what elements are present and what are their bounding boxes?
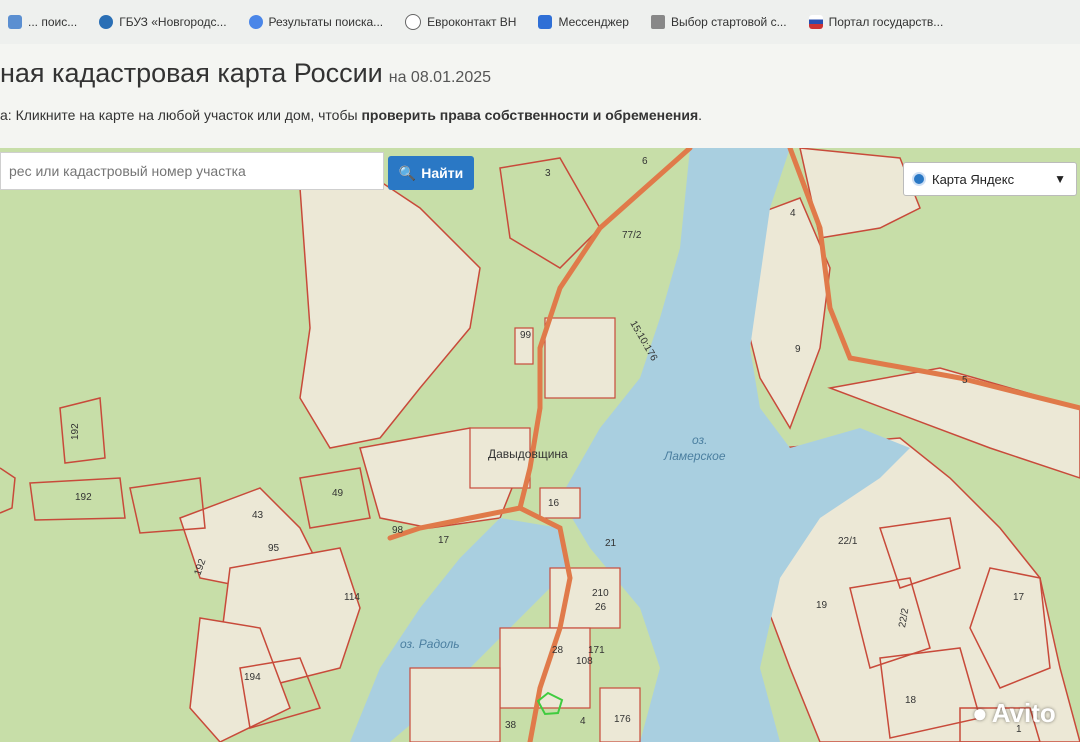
- lake-lamerskoe-label-1: оз.: [692, 433, 707, 447]
- hint-text: а: Кликните на карте на любой участок ил…: [0, 107, 703, 123]
- find-button[interactable]: 🔍 Найти: [388, 156, 474, 190]
- bookmark-6[interactable]: Выбор стартовой с...: [650, 15, 787, 29]
- hint-bold: проверить права собственности и обремене…: [361, 107, 699, 123]
- search-input-box[interactable]: [0, 152, 384, 190]
- cadastral-map[interactable]: 3 6 77/2 99 15:10:176 4 9 5 192 192 192 …: [0, 148, 1080, 742]
- bookmark-3[interactable]: Результаты поиска...: [248, 15, 383, 29]
- parcel-28: 28: [552, 645, 564, 656]
- bookmark-4[interactable]: Евроконтакт ВН: [405, 14, 516, 30]
- parcel-99: 99: [520, 330, 532, 341]
- globe-icon: [405, 14, 422, 30]
- parcel-21: 21: [605, 538, 617, 549]
- village-label: Давыдовщина: [488, 447, 568, 461]
- parcel-192-a: 192: [70, 423, 81, 440]
- screen: ... поис... ГБУЗ «Новгородс... Результат…: [0, 0, 1080, 742]
- radio-icon: [912, 172, 926, 186]
- page-icon: [8, 15, 22, 29]
- parcel-210: 210: [592, 588, 609, 599]
- parcel-194: 194: [244, 672, 261, 683]
- avito-logo-icon: ●: [972, 698, 988, 728]
- parcel-114: 114: [344, 592, 360, 603]
- parcel-43: 43: [252, 510, 264, 521]
- parcel-18: 18: [905, 695, 917, 706]
- parcel-17-village: 17: [438, 535, 450, 546]
- parcel-5: 5: [962, 375, 968, 386]
- parcel-4-village: 4: [580, 716, 586, 727]
- parcel-176: 176: [614, 714, 631, 725]
- lake-radol-label: оз. Радоль: [400, 637, 460, 651]
- page-date: на 08.01.2025: [388, 69, 492, 86]
- page-title: ная кадастровая карта России на 08.01.202…: [0, 58, 492, 88]
- pin-icon: [650, 15, 665, 29]
- parcel-6: 6: [642, 156, 648, 167]
- lake-lamerskoe-label-2: Ламерское: [663, 449, 726, 463]
- parcel-49: 49: [332, 488, 344, 499]
- bookmark-2[interactable]: ГБУЗ «Новгородс...: [99, 15, 227, 29]
- heart-icon: [99, 15, 114, 29]
- parcel-4: 4: [790, 208, 796, 219]
- avito-watermark: ● Avito: [972, 698, 1056, 728]
- parcel-192-b: 192: [75, 492, 92, 503]
- map-canvas[interactable]: 3 6 77/2 99 15:10:176 4 9 5 192 192 192 …: [0, 148, 1080, 742]
- search-icon: 🔍: [398, 164, 417, 181]
- bookmarks-bar: ... поис... ГБУЗ «Новгородс... Результат…: [0, 0, 1080, 44]
- parcel-95: 95: [268, 543, 280, 554]
- map-layer-select[interactable]: Карта Яндекс ▼: [903, 162, 1077, 196]
- parcel-22-1: 22/1: [838, 536, 858, 547]
- parcel-17: 17: [1013, 592, 1025, 603]
- messenger-icon: [538, 15, 553, 29]
- parcel-77-2: 77/2: [622, 230, 642, 241]
- parcel-3: 3: [545, 168, 551, 179]
- parcel-38: 38: [505, 720, 517, 731]
- parcel-98: 98: [392, 525, 404, 536]
- google-icon: [248, 15, 263, 29]
- parcel-171: 171: [588, 645, 605, 656]
- parcel-26: 26: [595, 602, 607, 613]
- bookmark-7[interactable]: Портал государств...: [808, 15, 943, 29]
- search-input[interactable]: [7, 162, 383, 180]
- parcel-9: 9: [795, 344, 801, 355]
- chevron-down-icon: ▼: [1054, 172, 1066, 186]
- parcel-16: 16: [548, 498, 560, 509]
- parcel-19: 19: [816, 600, 828, 611]
- bookmark-1[interactable]: ... поис...: [8, 15, 77, 29]
- bookmark-5[interactable]: Мессенджер: [538, 15, 629, 29]
- flag-icon: [808, 15, 823, 29]
- parcel-108: 108: [576, 656, 593, 667]
